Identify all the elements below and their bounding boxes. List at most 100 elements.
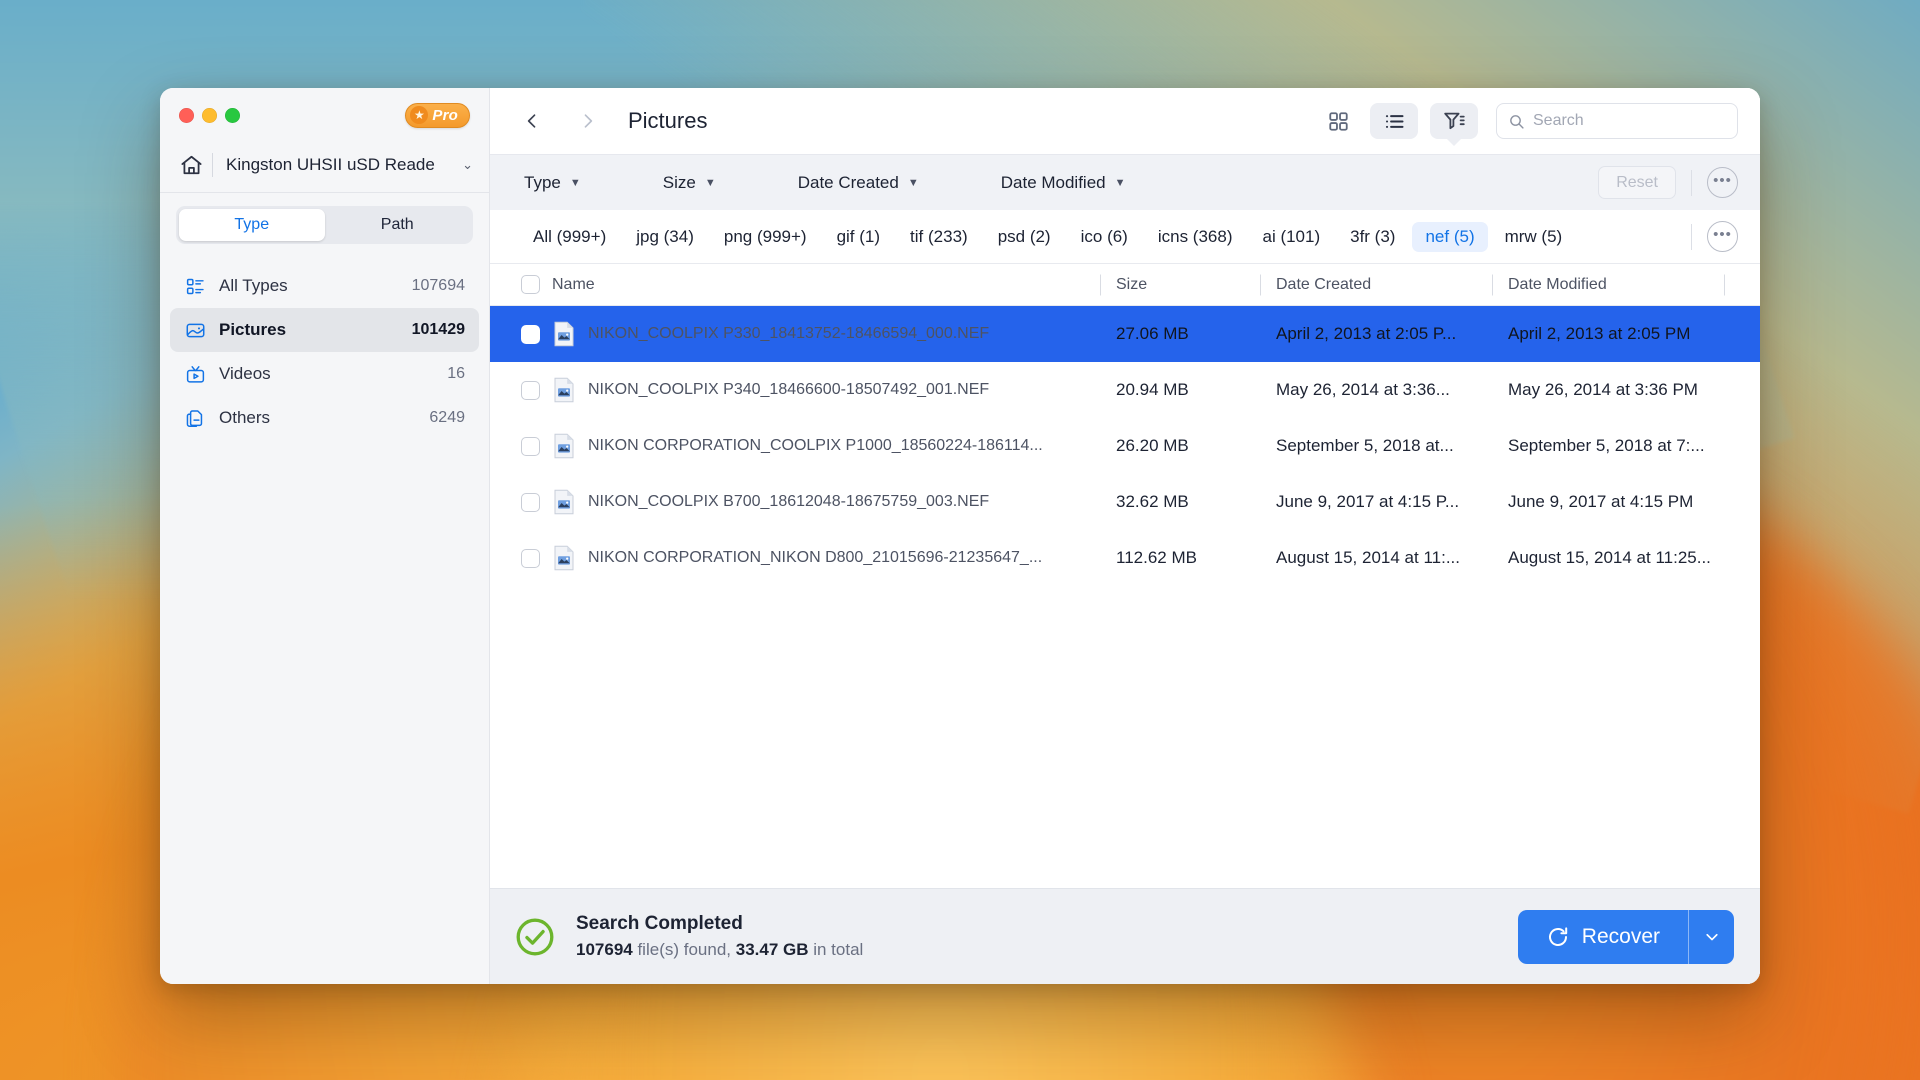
row-checkbox[interactable] bbox=[521, 324, 540, 344]
chip-icns[interactable]: icns (368) bbox=[1145, 222, 1246, 252]
list-view-button[interactable] bbox=[1370, 103, 1418, 139]
file-date-modified: June 9, 2017 at 4:15 PM bbox=[1508, 492, 1694, 511]
sidebar-item-label: All Types bbox=[219, 276, 288, 295]
table-row[interactable]: NIKON CORPORATION_COOLPIX P1000_18560224… bbox=[490, 418, 1760, 474]
close-window-button[interactable] bbox=[179, 107, 194, 123]
chip-more-button[interactable]: ••• bbox=[1707, 221, 1738, 252]
chip-jpg[interactable]: jpg (34) bbox=[623, 222, 707, 252]
filter-dropdown-label: Type bbox=[524, 172, 561, 192]
chip-ico[interactable]: ico (6) bbox=[1068, 222, 1141, 252]
file-size: 112.62 MB bbox=[1116, 548, 1197, 567]
table-row[interactable]: NIKON CORPORATION_NIKON D800_21015696-21… bbox=[490, 530, 1760, 586]
column-header-name[interactable]: Name bbox=[552, 276, 1100, 294]
nef-file-icon bbox=[554, 489, 574, 515]
row-checkbox[interactable] bbox=[521, 436, 540, 456]
grid-view-button[interactable] bbox=[1314, 103, 1362, 139]
column-header-date-created[interactable]: Date Created bbox=[1260, 276, 1492, 294]
sidebar-item-others[interactable]: Others 6249 bbox=[170, 396, 479, 440]
chevron-down-icon: ▼ bbox=[704, 176, 716, 189]
row-checkbox[interactable] bbox=[521, 548, 540, 568]
home-icon bbox=[180, 155, 202, 174]
row-name-cell: NIKON CORPORATION_NIKON D800_21015696-21… bbox=[552, 545, 1100, 571]
recover-button[interactable]: Recover bbox=[1517, 909, 1688, 964]
filter-button[interactable] bbox=[1430, 103, 1478, 139]
file-list[interactable]: NIKON_COOLPIX P330_18413752-18466594_000… bbox=[490, 306, 1760, 888]
filter-dropdown-date-modified[interactable]: Date Modified ▼ bbox=[1001, 173, 1126, 193]
filter-dropdown-date-created[interactable]: Date Created ▼ bbox=[798, 173, 919, 193]
file-name: NIKON_COOLPIX P340_18466600-18507492_001… bbox=[588, 381, 990, 398]
column-header-size[interactable]: Size bbox=[1100, 276, 1260, 294]
filter-funnel-icon bbox=[1444, 112, 1465, 130]
row-check-cell bbox=[490, 548, 552, 568]
chip-all[interactable]: All (999+) bbox=[520, 222, 619, 252]
status-bar: Search Completed 107694 file(s) found, 3… bbox=[490, 888, 1760, 984]
chevron-down-icon: ▼ bbox=[1114, 176, 1126, 189]
row-check-cell bbox=[490, 492, 552, 512]
home-button[interactable] bbox=[174, 148, 208, 182]
nef-file-icon bbox=[554, 433, 574, 459]
tab-type[interactable]: Type bbox=[179, 209, 325, 241]
breadcrumb: Pictures bbox=[628, 108, 708, 133]
table-row[interactable]: NIKON_COOLPIX B700_18612048-18675759_003… bbox=[490, 474, 1760, 530]
chevron-down-icon: ▼ bbox=[569, 176, 581, 189]
sidebar-item-pictures[interactable]: Pictures 101429 bbox=[170, 308, 479, 352]
drive-selector[interactable]: Kingston UHSII uSD Reade ⌄ bbox=[160, 142, 489, 188]
drive-name: Kingston UHSII uSD Reade bbox=[226, 155, 435, 174]
file-date-created: September 5, 2018 at... bbox=[1276, 436, 1454, 455]
filter-bar: Type ▼ Size ▼ Date Created ▼ Date Modifi… bbox=[490, 154, 1760, 210]
main-panel: Pictures Search Type ▼ Size ▼ Date Creat… bbox=[490, 88, 1760, 984]
chevron-down-icon[interactable]: ⌄ bbox=[462, 157, 473, 173]
refresh-icon bbox=[1548, 926, 1567, 946]
maximize-window-button[interactable] bbox=[225, 107, 240, 123]
sidebar-item-all-types[interactable]: All Types 107694 bbox=[170, 264, 479, 308]
filter-dropdown-size[interactable]: Size ▼ bbox=[663, 173, 716, 193]
sidebar-item-count: 16 bbox=[447, 365, 465, 382]
pro-badge-label: Pro bbox=[432, 106, 458, 124]
status-subtitle: 107694 file(s) found, 33.47 GB in total bbox=[576, 940, 864, 959]
list-types-icon bbox=[184, 275, 206, 297]
document-icon bbox=[184, 407, 206, 429]
recover-button-group: Recover bbox=[1517, 909, 1734, 964]
table-row[interactable]: NIKON_COOLPIX P340_18466600-18507492_001… bbox=[490, 362, 1760, 418]
chip-nef[interactable]: nef (5) bbox=[1412, 221, 1488, 252]
recover-dropdown-button[interactable] bbox=[1688, 909, 1734, 964]
table-row[interactable]: NIKON_COOLPIX P330_18413752-18466594_000… bbox=[490, 306, 1760, 362]
search-input[interactable]: Search bbox=[1533, 112, 1584, 130]
back-button[interactable] bbox=[514, 103, 550, 139]
chevron-right-icon bbox=[584, 114, 593, 128]
reset-button[interactable]: Reset bbox=[1598, 166, 1676, 199]
filter-dropdown-type[interactable]: Type ▼ bbox=[524, 173, 581, 193]
chip-mrw[interactable]: mrw (5) bbox=[1492, 222, 1576, 252]
file-date-modified: September 5, 2018 at 7:... bbox=[1508, 436, 1705, 455]
file-name: NIKON CORPORATION_NIKON D800_21015696-21… bbox=[588, 549, 1043, 566]
window-controls bbox=[179, 107, 240, 123]
list-view-icon bbox=[1385, 114, 1404, 128]
row-name-cell: NIKON_COOLPIX B700_18612048-18675759_003… bbox=[552, 489, 1100, 515]
minimize-window-button[interactable] bbox=[202, 107, 217, 123]
file-date-modified: May 26, 2014 at 3:36 PM bbox=[1508, 380, 1698, 399]
toolbar: Pictures Search bbox=[490, 88, 1760, 154]
select-all-cell bbox=[490, 275, 552, 294]
chip-gif[interactable]: gif (1) bbox=[824, 222, 893, 252]
search-box[interactable]: Search bbox=[1496, 103, 1738, 139]
chip-png[interactable]: png (999+) bbox=[711, 222, 820, 252]
column-header-date-modified[interactable]: Date Modified bbox=[1492, 276, 1724, 294]
divider bbox=[160, 192, 489, 193]
chip-psd[interactable]: psd (2) bbox=[985, 222, 1064, 252]
extension-chips: All (999+) jpg (34) png (999+) gif (1) t… bbox=[520, 221, 1676, 252]
chip-3fr[interactable]: 3fr (3) bbox=[1337, 222, 1408, 252]
chip-ai[interactable]: ai (101) bbox=[1249, 222, 1333, 252]
table-header: Name Size Date Created Date Modified bbox=[490, 264, 1760, 306]
chip-tif[interactable]: tif (233) bbox=[897, 222, 981, 252]
filter-more-button[interactable]: ••• bbox=[1707, 167, 1738, 198]
select-all-checkbox[interactable] bbox=[521, 275, 540, 294]
sidebar-item-videos[interactable]: Videos 16 bbox=[170, 352, 479, 396]
forward-button[interactable] bbox=[570, 103, 606, 139]
chevron-left-icon bbox=[527, 114, 536, 128]
tab-path[interactable]: Path bbox=[325, 209, 471, 241]
file-date-created: May 26, 2014 at 3:36... bbox=[1276, 380, 1450, 399]
row-checkbox[interactable] bbox=[521, 380, 540, 400]
row-checkbox[interactable] bbox=[521, 492, 540, 512]
pro-badge[interactable]: ★ Pro bbox=[405, 102, 470, 128]
check-circle-icon bbox=[516, 918, 554, 955]
